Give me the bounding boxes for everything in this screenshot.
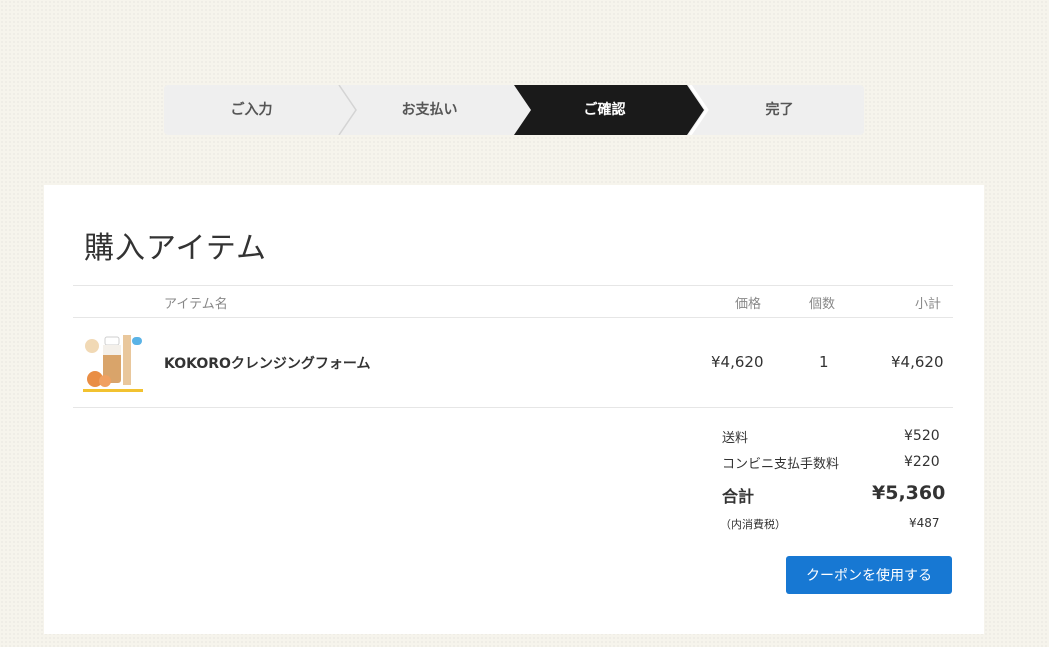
section-title: 購入アイテム [84, 231, 267, 266]
fee-value: ¥220 [904, 454, 940, 470]
product-thumbnail[interactable] [83, 331, 143, 393]
product-image-icon [83, 331, 143, 393]
total-label: 合計 [722, 487, 755, 506]
product-subtotal: ¥4,620 [891, 353, 944, 371]
product-qty: 1 [819, 353, 829, 371]
step-payment: お支払い [401, 102, 458, 118]
use-coupon-button[interactable]: クーポンを使用する [786, 556, 952, 594]
step-confirm: ご確認 [583, 102, 626, 118]
checkout-steps: ご入力 お支払い ご確認 完了 [164, 85, 864, 135]
header-item-name: アイテム名 [164, 297, 228, 312]
header-qty: 個数 [809, 297, 836, 312]
shipping-value: ¥520 [904, 428, 940, 444]
header-subtotal: 小計 [915, 297, 942, 312]
shipping-label: 送料 [722, 431, 749, 446]
order-card: 購入アイテム アイテム名 価格 個数 小計 KOKOROクレンジングフォーム ¥… [44, 185, 984, 634]
step-complete: 完了 [765, 102, 794, 118]
total-value: ¥5,360 [872, 482, 946, 504]
table-row: KOKOROクレンジングフォーム ¥4,620 1 ¥4,620 [73, 317, 953, 408]
fee-label: コンビニ支払手数料 [722, 457, 840, 472]
table-header: アイテム名 価格 個数 小計 [73, 285, 953, 318]
product-price: ¥4,620 [711, 353, 764, 371]
step-input: ご入力 [230, 102, 273, 118]
tax-value: ¥487 [909, 516, 940, 530]
header-price: 価格 [735, 297, 762, 312]
tax-label: （内消費税） [720, 518, 786, 531]
product-name: KOKOROクレンジングフォーム [164, 356, 371, 372]
